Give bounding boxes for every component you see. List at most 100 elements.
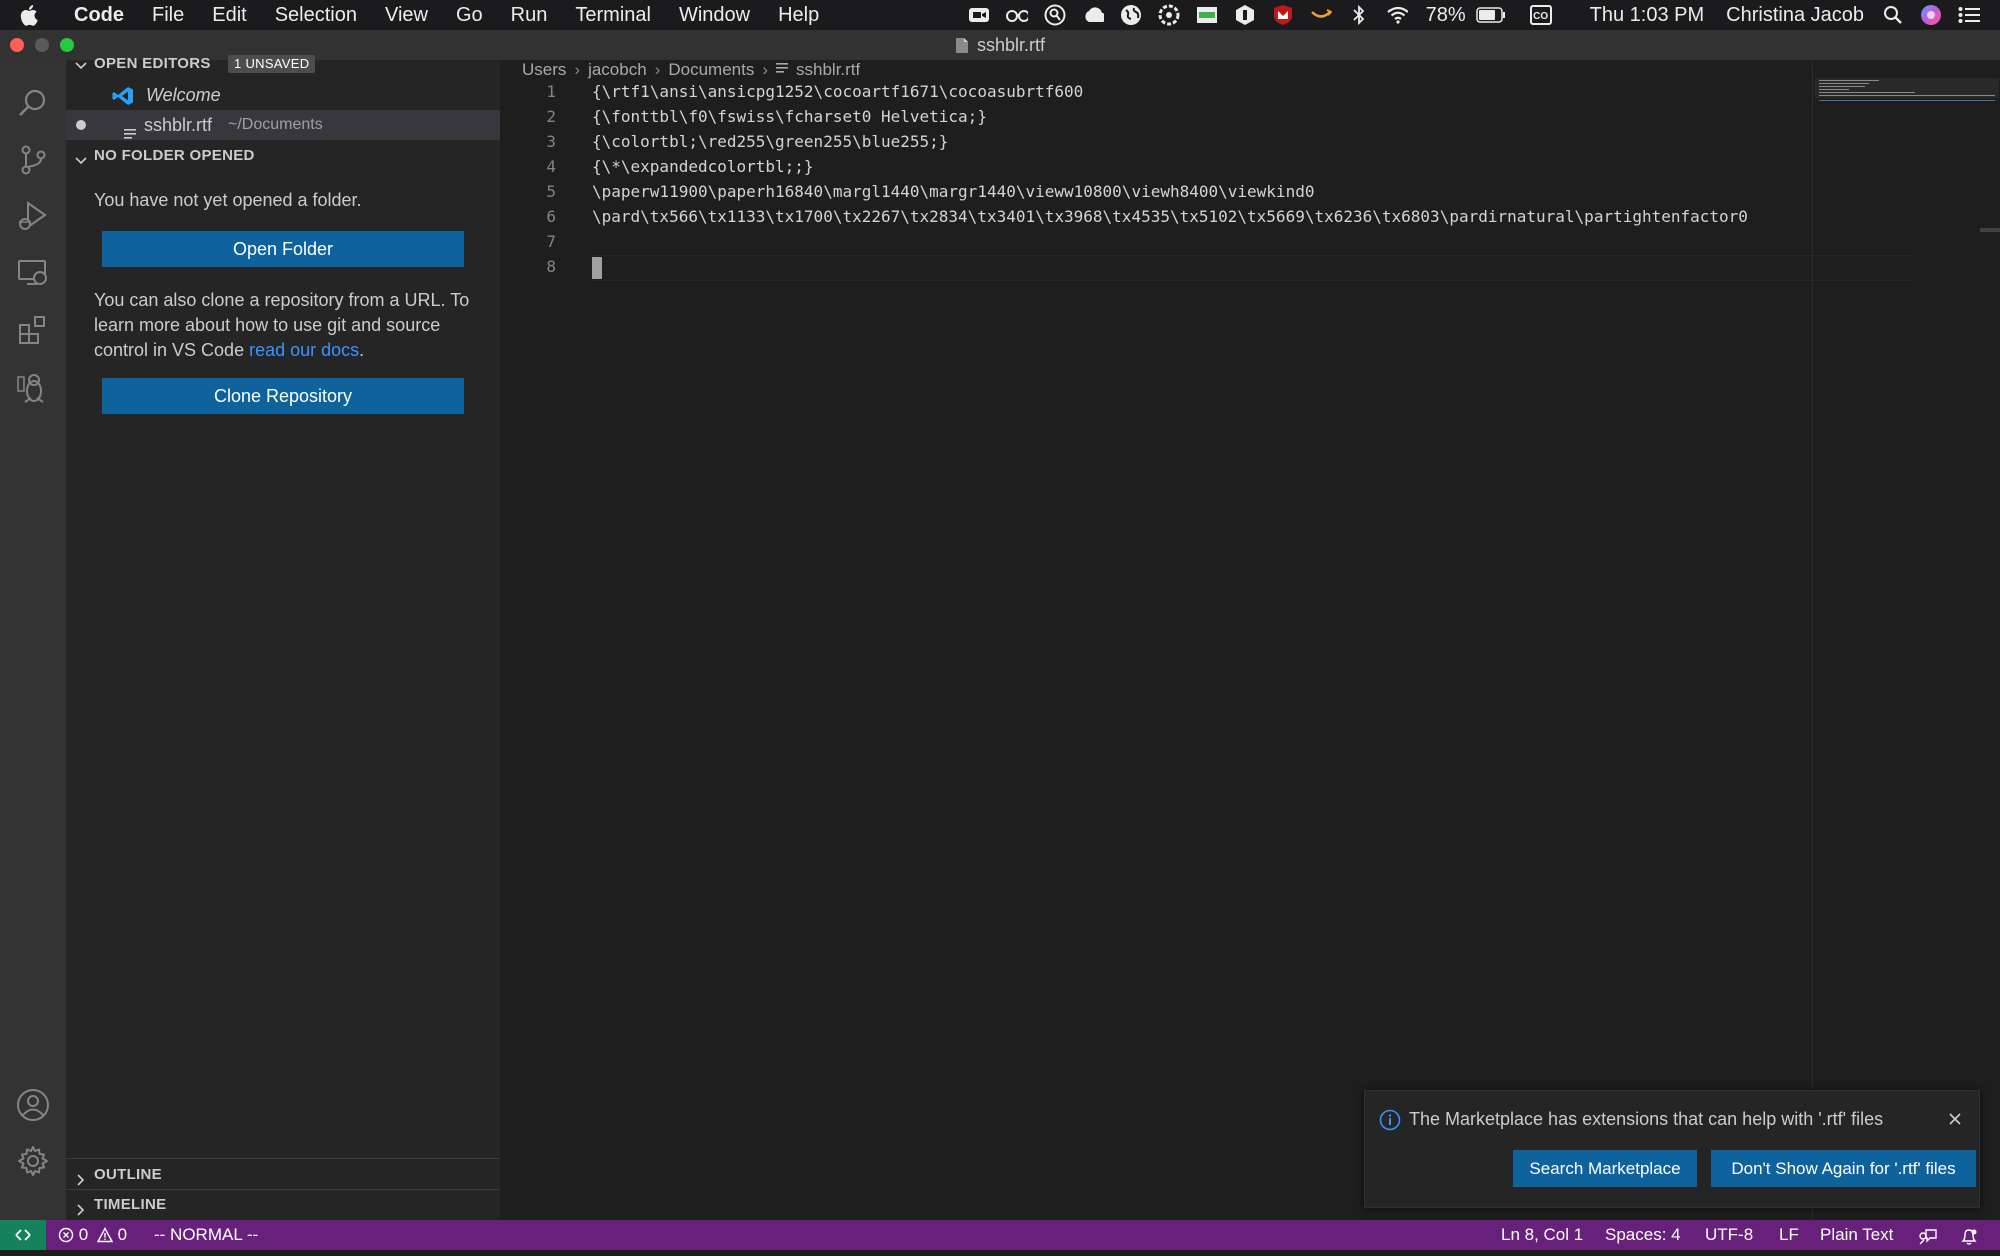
menu-run[interactable]: Run xyxy=(497,0,562,30)
no-folder-header[interactable]: NO FOLDER OPENED xyxy=(66,141,500,171)
line-text[interactable]: {\rtf1\ansi\ansicpg1252\cocoartf1671\coc… xyxy=(592,79,1083,104)
chevron-right-icon xyxy=(74,1198,88,1212)
run-debug-icon[interactable] xyxy=(15,198,51,234)
open-editor-welcome[interactable]: Welcome xyxy=(66,80,500,110)
error-count: 0 xyxy=(79,1225,88,1244)
open-folder-button[interactable]: Open Folder xyxy=(102,231,464,267)
minimap-line xyxy=(1819,100,1995,101)
warning-icon xyxy=(97,1223,113,1253)
dont-show-again-button[interactable]: Don't Show Again for '.rtf' files xyxy=(1711,1150,1976,1187)
bluetooth-icon[interactable] xyxy=(1348,4,1370,26)
unsaved-badge: 1 UNSAVED xyxy=(228,55,315,73)
feedback-icon[interactable] xyxy=(1918,1226,1938,1256)
cloud-icon[interactable] xyxy=(1082,4,1104,26)
read-our-docs-link[interactable]: read our docs xyxy=(249,340,359,360)
line-number: 1 xyxy=(500,79,556,104)
menu-go[interactable]: Go xyxy=(442,0,497,30)
menu-app-name[interactable]: Code xyxy=(60,0,138,30)
amazon-smile-icon[interactable] xyxy=(1310,4,1332,26)
apple-menu-icon[interactable] xyxy=(20,4,60,26)
menu-edit[interactable]: Edit xyxy=(198,0,260,30)
green-bar-icon[interactable] xyxy=(1196,4,1218,26)
open-editor-sshblr[interactable]: sshblr.rtf ~/Documents xyxy=(66,110,500,140)
search-marketplace-button[interactable]: Search Marketplace xyxy=(1513,1150,1697,1187)
close-icon[interactable] xyxy=(1945,1109,1965,1129)
line-text[interactable]: \pard\tx566\tx1133\tx1700\tx2267\tx2834\… xyxy=(592,204,1748,229)
language-mode[interactable]: Plain Text xyxy=(1820,1220,1893,1250)
menu-terminal[interactable]: Terminal xyxy=(561,0,665,30)
menu-help[interactable]: Help xyxy=(764,0,833,30)
breadcrumb-item[interactable]: Documents xyxy=(668,60,754,79)
co-app-icon[interactable]: CO xyxy=(1530,4,1552,26)
encoding[interactable]: UTF-8 xyxy=(1705,1220,1753,1250)
chevron-right-icon: › xyxy=(762,60,768,79)
window-title: sshblr.rtf xyxy=(977,35,1045,55)
linux-penguin-icon[interactable] xyxy=(15,370,51,406)
clone-repository-button[interactable]: Clone Repository xyxy=(102,378,464,414)
text-file-icon xyxy=(776,60,788,78)
minimap-line xyxy=(1819,86,1865,87)
menubar-user[interactable]: Christina Jacob xyxy=(1726,4,1864,27)
notification-center-icon[interactable] xyxy=(1958,4,1980,26)
line-number: 3 xyxy=(500,129,556,154)
zoom-icon[interactable] xyxy=(968,4,990,26)
menu-file[interactable]: File xyxy=(138,0,198,30)
error-icon xyxy=(58,1223,74,1253)
line-number: 7 xyxy=(500,229,556,254)
shield-gear-icon[interactable] xyxy=(1158,4,1180,26)
siri-icon[interactable] xyxy=(1920,4,1942,26)
gear-icon[interactable] xyxy=(15,1143,51,1179)
open-editors-label: OPEN EDITORS xyxy=(94,52,211,76)
accounts-icon[interactable] xyxy=(15,1087,51,1123)
menu-selection[interactable]: Selection xyxy=(261,0,371,30)
menu-window[interactable]: Window xyxy=(665,0,764,30)
breadcrumb-item[interactable]: Users xyxy=(522,60,566,79)
spotlight-search-icon[interactable] xyxy=(1882,4,1904,26)
unsaved-dot-icon[interactable] xyxy=(76,120,86,130)
menu-view[interactable]: View xyxy=(371,0,442,30)
menubar-clock[interactable]: Thu 1:03 PM xyxy=(1590,4,1705,27)
breadcrumb-item[interactable]: sshblr.rtf xyxy=(796,60,860,79)
hexagon-app-icon[interactable] xyxy=(1234,4,1256,26)
open-editor-sshblr-path: ~/Documents xyxy=(228,110,323,140)
extensions-icon[interactable] xyxy=(15,312,51,348)
vertical-scrollbar[interactable] xyxy=(1980,228,2000,232)
notification-message: The Marketplace has extensions that can … xyxy=(1409,1109,1883,1130)
indentation[interactable]: Spaces: 4 xyxy=(1605,1220,1681,1250)
battery-icon[interactable] xyxy=(1476,4,1506,26)
editor-area: Users›jacobch›Documents›sshblr.rtf 1{\rt… xyxy=(500,60,2000,1220)
search-icon[interactable] xyxy=(15,85,51,121)
minimap-line xyxy=(1819,83,1869,84)
remote-indicator-icon[interactable] xyxy=(0,1220,46,1250)
source-control-icon[interactable] xyxy=(15,142,51,178)
wifi-icon[interactable] xyxy=(1386,4,1408,26)
line-text[interactable]: {\*\expandedcolortbl;;} xyxy=(592,154,814,179)
timeline-header[interactable]: TIMELINE xyxy=(66,1190,500,1220)
problems-indicator[interactable]: 0 0 xyxy=(58,1220,127,1253)
outline-label: OUTLINE xyxy=(94,1160,162,1190)
notifications-bell-icon[interactable] xyxy=(1960,1226,1978,1256)
end-of-line[interactable]: LF xyxy=(1779,1220,1799,1250)
magnifier-circle-icon[interactable] xyxy=(1044,4,1066,26)
minimap-line xyxy=(1819,80,1879,81)
text-cursor xyxy=(592,257,602,279)
line-text[interactable]: {\fonttbl\f0\fswiss\fcharset0 Helvetica;… xyxy=(592,104,987,129)
open-editors-header[interactable]: OPEN EDITORS 1 UNSAVED xyxy=(66,52,500,76)
globe-icon[interactable] xyxy=(1120,4,1142,26)
mcafee-shield-icon[interactable] xyxy=(1272,4,1294,26)
vim-mode: -- NORMAL -- xyxy=(154,1220,258,1250)
breadcrumb-item[interactable]: jacobch xyxy=(588,60,647,79)
clone-info-text: You can also clone a repository from a U… xyxy=(94,288,484,363)
line-number: 2 xyxy=(500,104,556,129)
line-text[interactable]: {\colortbl;\red255\green255\blue255;} xyxy=(592,129,948,154)
file-icon xyxy=(955,33,969,63)
remote-explorer-icon[interactable] xyxy=(15,255,51,291)
line-number: 6 xyxy=(500,204,556,229)
line-text[interactable]: \paperw11900\paperh16840\margl1440\margr… xyxy=(592,179,1314,204)
cursor-position[interactable]: Ln 8, Col 1 xyxy=(1501,1220,1583,1250)
outline-header[interactable]: OUTLINE xyxy=(66,1160,500,1190)
glasses-icon[interactable] xyxy=(1006,4,1028,26)
info-icon xyxy=(1379,1109,1401,1131)
no-folder-label: NO FOLDER OPENED xyxy=(94,141,255,171)
minimap[interactable] xyxy=(1812,60,2000,1220)
